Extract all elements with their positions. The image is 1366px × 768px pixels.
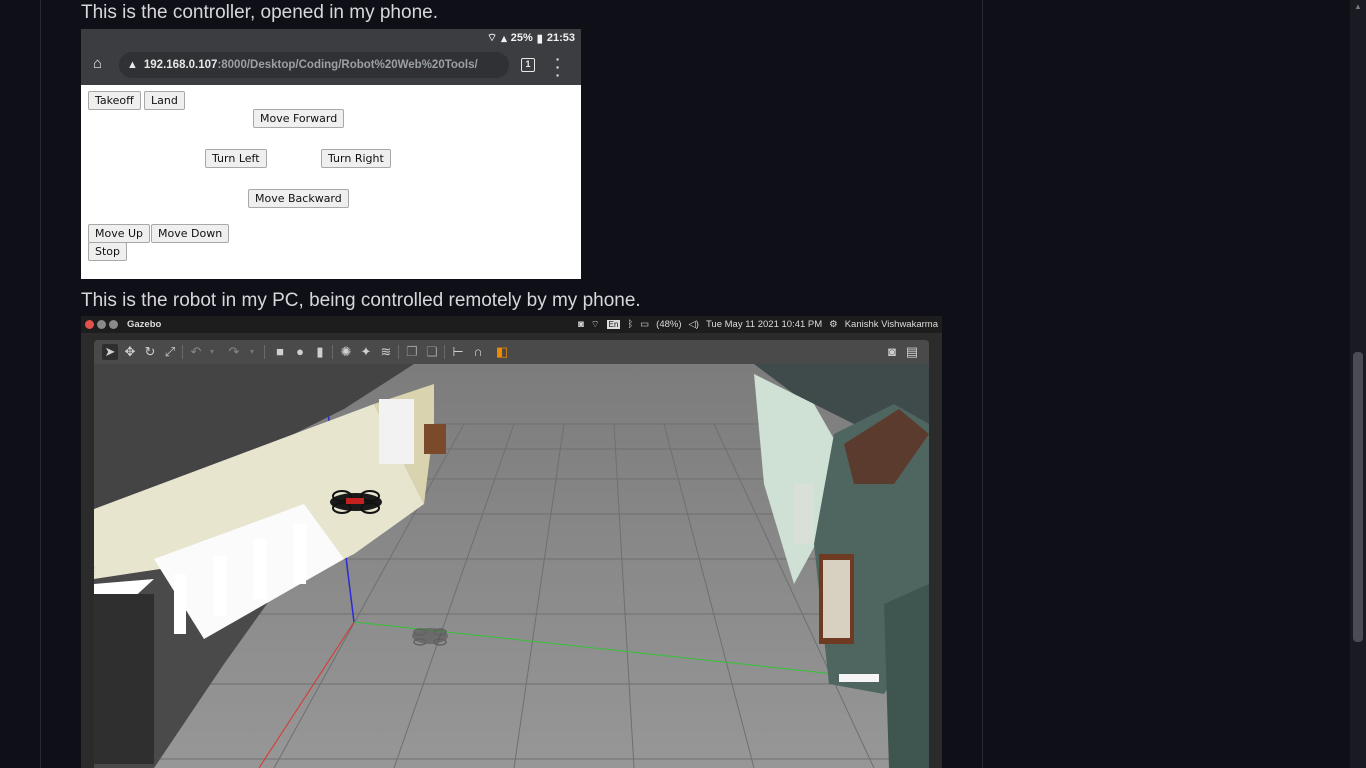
scrollbar-thumb[interactable] xyxy=(1353,352,1363,642)
warning-icon: ▲ xyxy=(127,59,138,71)
controller-caption: This is the controller, opened in my pho… xyxy=(81,2,438,23)
desktop-top-bar: Gazebo ◙ ⌔ En ᛒ ▭ (48%) ◁) Tue May 11 20… xyxy=(81,316,942,333)
toolbar-divider xyxy=(264,345,265,359)
language-indicator[interactable]: En xyxy=(606,320,621,329)
box-shape-icon[interactable]: ■ xyxy=(272,344,288,360)
turn-right-button[interactable]: Turn Right xyxy=(321,149,391,168)
screenshot-icon[interactable]: ◙ xyxy=(884,344,900,360)
robot-caption: This is the robot in my PC, being contro… xyxy=(81,290,641,311)
point-light-icon[interactable]: ✺ xyxy=(338,344,354,360)
move-backward-button[interactable]: Move Backward xyxy=(248,189,349,208)
close-icon[interactable] xyxy=(85,320,94,329)
toolbar-divider xyxy=(182,345,183,359)
move-forward-button[interactable]: Move Forward xyxy=(253,109,345,128)
volume-icon[interactable]: ◁) xyxy=(689,319,699,330)
left-panel-handle[interactable]: ⋮ xyxy=(94,566,100,577)
toolbar-divider xyxy=(444,345,445,359)
redo-icon[interactable]: ↷ xyxy=(226,344,242,360)
3d-scene-viewport[interactable]: ⋮ ⋮ xyxy=(94,364,929,768)
redo-dropdown-icon[interactable]: ▾ xyxy=(244,344,260,360)
forum-page: This is the controller, opened in my pho… xyxy=(0,0,1366,768)
takeoff-button[interactable]: Takeoff xyxy=(88,91,141,110)
content-column-border-right xyxy=(982,0,983,768)
minimize-icon[interactable] xyxy=(97,320,106,329)
discord-icon[interactable]: ◙ xyxy=(578,319,584,330)
wifi-icon[interactable]: ⌔ xyxy=(591,319,600,330)
content-column-border-left xyxy=(40,0,41,768)
cylinder-shape-icon[interactable]: ▮ xyxy=(312,344,328,360)
more-menu-icon[interactable]: · · · xyxy=(555,52,561,82)
datetime[interactable]: Tue May 11 2021 10:41 PM xyxy=(706,319,822,330)
url-host: 192.168.0.107 xyxy=(143,59,218,71)
battery-icon: ▮ xyxy=(536,32,543,45)
align-icon[interactable]: ⊢ xyxy=(450,344,466,360)
change-view-icon[interactable]: ◧ xyxy=(494,344,510,360)
gazebo-window: ➤ ✥ ↻ ⤢ ↶ ▾ ↷ ▾ ■ ● ▮ ✺ ✦ ≋ ❐ ❏ ⊢ ∩ ◧ ◙ … xyxy=(94,340,929,768)
right-panel-handle[interactable]: ⋮ xyxy=(928,566,929,577)
maximize-icon[interactable] xyxy=(109,320,118,329)
address-bar[interactable]: ▲ 192.168.0.107:8000/Desktop/Coding/Robot… xyxy=(119,52,509,78)
undo-dropdown-icon[interactable]: ▾ xyxy=(204,344,220,360)
toolbar-divider xyxy=(332,345,333,359)
copy-icon[interactable]: ❐ xyxy=(404,344,420,360)
clock: 21:53 xyxy=(546,32,575,44)
tab-switcher-button[interactable]: 1 xyxy=(521,58,535,72)
select-mode-icon[interactable]: ➤ xyxy=(102,344,118,360)
land-button[interactable]: Land xyxy=(144,91,185,110)
battery-icon[interactable]: ▭ xyxy=(640,319,649,330)
scroll-up-icon[interactable]: ▲ xyxy=(1354,2,1362,11)
settings-gear-icon[interactable]: ⚙ xyxy=(829,319,838,330)
system-tray: ◙ ⌔ En ᛒ ▭ (48%) ◁) Tue May 11 2021 10:4… xyxy=(578,319,938,330)
move-down-button[interactable]: Move Down xyxy=(151,224,230,243)
signal-icon: ▴ xyxy=(501,32,507,45)
move-up-button[interactable]: Move Up xyxy=(88,224,151,243)
app-title: Gazebo xyxy=(127,319,162,330)
sphere-shape-icon[interactable]: ● xyxy=(292,344,308,360)
home-icon[interactable]: ⌂ xyxy=(93,56,107,71)
scale-mode-icon[interactable]: ⤢ xyxy=(162,344,178,360)
browser-toolbar: ⌂ ▲ 192.168.0.107:8000/Desktop/Coding/Rob… xyxy=(81,47,581,85)
turn-left-button[interactable]: Turn Left xyxy=(205,149,267,168)
scene-render: ⋮ ⋮ xyxy=(94,364,929,768)
phone-screenshot: ⌔ ▴ 25% ▮ 21:53 ⌂ ▲ 192.168.0.107:8000/De… xyxy=(81,29,581,279)
user-name[interactable]: Kanishk Vishwakarma xyxy=(845,319,938,330)
phone-status-bar: ⌔ ▴ 25% ▮ 21:53 xyxy=(81,29,581,47)
bluetooth-icon[interactable]: ᛒ xyxy=(627,319,633,330)
translate-mode-icon[interactable]: ✥ xyxy=(122,344,138,360)
wifi-icon: ⌔ xyxy=(486,32,498,44)
undo-icon[interactable]: ↶ xyxy=(188,344,204,360)
paste-icon[interactable]: ❏ xyxy=(424,344,440,360)
spot-light-icon[interactable]: ✦ xyxy=(358,344,374,360)
gazebo-toolbar: ➤ ✥ ↻ ⤢ ↶ ▾ ↷ ▾ ■ ● ▮ ✺ ✦ ≋ ❐ ❏ ⊢ ∩ ◧ ◙ … xyxy=(94,340,929,364)
battery-percent: 25% xyxy=(510,32,533,44)
url-path: :8000/Desktop/Coding/Robot%20Web%20Tools… xyxy=(217,59,478,71)
battery-percent: (48%) xyxy=(656,319,682,330)
toolbar-divider xyxy=(398,345,399,359)
snap-icon[interactable]: ∩ xyxy=(470,344,486,360)
directional-light-icon[interactable]: ≋ xyxy=(378,344,394,360)
rotate-mode-icon[interactable]: ↻ xyxy=(142,344,158,360)
stop-button[interactable]: Stop xyxy=(88,242,128,261)
gazebo-screenshot: Gazebo ◙ ⌔ En ᛒ ▭ (48%) ◁) Tue May 11 20… xyxy=(81,316,942,768)
log-icon[interactable]: ▤ xyxy=(904,344,920,360)
